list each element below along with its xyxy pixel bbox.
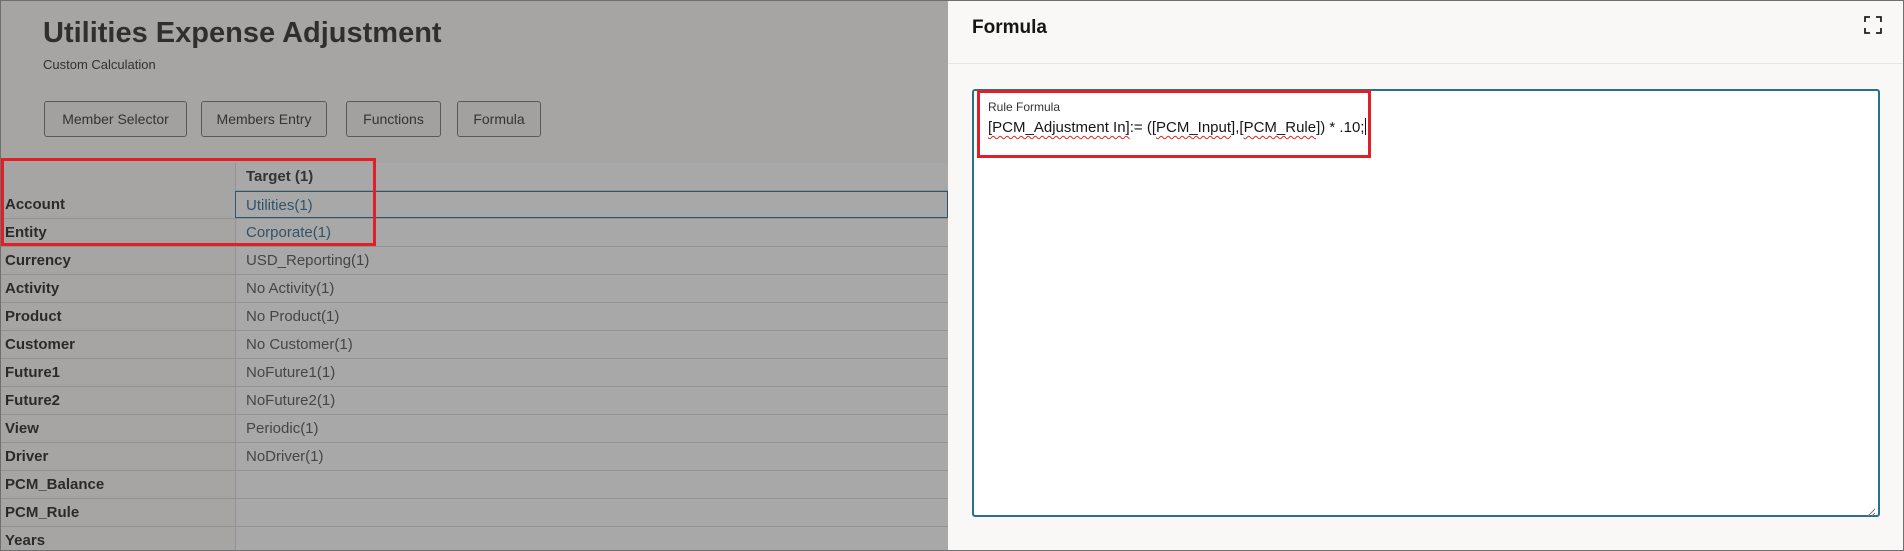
row-label: Product [5,308,62,325]
activity-cell[interactable]: No Activity(1) [235,275,948,302]
formula-part: ],[ [1231,119,1244,136]
grid-row-account: Account Utilities(1) [1,191,948,219]
row-label: PCM_Rule [5,504,80,521]
formula-part: ]) * .10; [1316,119,1365,136]
future2-cell[interactable]: NoFuture2(1) [235,387,948,414]
app-window: Utilities Expense Adjustment Custom Calc… [0,0,1904,551]
account-cell[interactable]: Utilities(1) [235,191,948,218]
row-label: View [5,420,39,437]
grid-row-activity: Activity No Activity(1) [1,275,948,303]
grid-row-driver: Driver NoDriver(1) [1,443,948,471]
formula-part: := ([ [1129,119,1156,136]
row-label: Entity [5,224,47,241]
customer-cell[interactable]: No Customer(1) [235,331,948,358]
grid-row-currency: Currency USD_Reporting(1) [1,247,948,275]
grid-header-corner [1,163,235,191]
row-label: Years [5,532,46,549]
rule-formula-label: Rule Formula [988,100,1061,114]
row-label: Currency [5,252,71,269]
grid-row-entity: Entity Corporate(1) [1,219,948,247]
pcm-rule-cell[interactable] [235,499,948,526]
formula-drawer: Formula Rule Formula [PCM_Adjustment In]… [948,1,1903,550]
drawer-divider [948,63,1903,64]
member-selector-button[interactable]: Member Selector [44,101,187,137]
grid-row-future1: Future1 NoFuture1(1) [1,359,948,387]
rule-formula-text[interactable]: [PCM_Adjustment In]:= ([PCM_Input],[PCM_… [988,118,1367,136]
resize-grip-icon[interactable] [1867,504,1876,517]
page-title: Utilities Expense Adjustment [43,17,442,49]
grid-row-customer: Customer No Customer(1) [1,331,948,359]
functions-button[interactable]: Functions [346,101,441,137]
entity-cell[interactable]: Corporate(1) [235,219,948,246]
grid-header-target: Target (1) [235,163,948,191]
grid-row-pcm-balance: PCM_Balance [1,471,948,499]
grid-header-row: Target (1) [1,163,948,191]
text-caret [1365,118,1367,135]
formula-part: PCM_Rule [1243,119,1317,136]
grid-row-years: Years [1,527,948,550]
expand-icon[interactable] [1863,15,1883,35]
product-cell[interactable]: No Product(1) [235,303,948,330]
row-label: Account [5,196,65,213]
row-label: Activity [5,280,60,297]
dimension-grid: Target (1) Account Utilities(1) Entity C… [1,163,948,550]
row-label: PCM_Balance [5,476,105,493]
view-cell[interactable]: Periodic(1) [235,415,948,442]
row-label: Driver [5,448,49,465]
row-label: Customer [5,336,76,353]
page-subtitle: Custom Calculation [43,57,156,72]
formula-part: [PCM_Adjustment In] [988,119,1130,136]
driver-cell[interactable]: NoDriver(1) [235,443,948,470]
rule-designer-page: Utilities Expense Adjustment Custom Calc… [1,1,948,550]
drawer-title: Formula [972,17,1047,38]
currency-cell[interactable]: USD_Reporting(1) [235,247,948,274]
members-entry-button[interactable]: Members Entry [201,101,327,137]
rule-formula-textarea[interactable]: Rule Formula [PCM_Adjustment In]:= ([PCM… [972,89,1880,517]
grid-row-product: Product No Product(1) [1,303,948,331]
future1-cell[interactable]: NoFuture1(1) [235,359,948,386]
formula-button[interactable]: Formula [457,101,541,137]
grid-row-view: View Periodic(1) [1,415,948,443]
pcm-balance-cell[interactable] [235,471,948,498]
row-label: Future2 [5,392,61,409]
grid-row-future2: Future2 NoFuture2(1) [1,387,948,415]
formula-part: PCM_Input [1156,119,1232,136]
years-cell[interactable] [235,527,948,550]
row-label: Future1 [5,364,61,381]
grid-row-pcm-rule: PCM_Rule [1,499,948,527]
